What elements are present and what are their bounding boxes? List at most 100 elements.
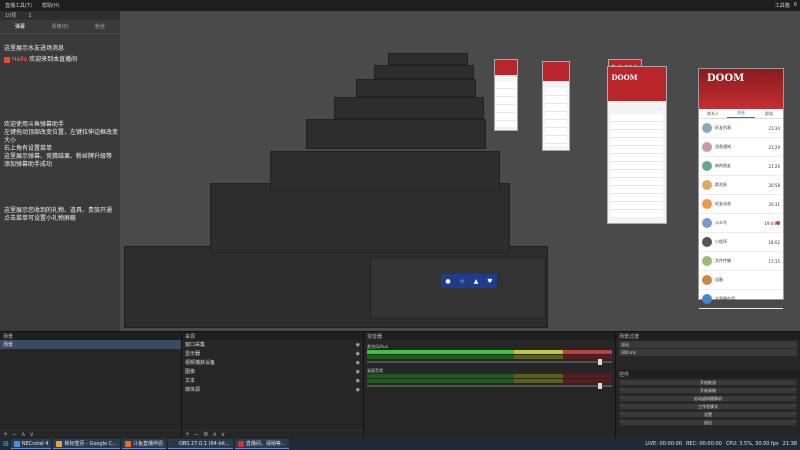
mixer-panel: 混音器 麦克风/Aux 桌面音频 [364,332,616,438]
scenes-toolbar: + − ∧ ∨ [0,430,181,438]
eye-icon[interactable]: ◉ [356,351,360,357]
add-icon[interactable]: + [3,431,8,438]
menu-live-tools[interactable]: 直播工具(T) [3,2,34,9]
virtual-camera-button[interactable]: 启动虚拟摄像机 [619,395,797,402]
taskbar-app[interactable]: 直播间，请稍等... [234,439,289,449]
eye-icon[interactable]: ◉ [356,342,360,348]
phone-header: DOOM [699,69,783,109]
windows-taskbar: ⊞ NECrotal 4 新标签页 - Google C... 斗鱼直播伴侣 O… [0,438,800,450]
tab-noble[interactable]: 贵族(0) [40,20,80,33]
app-icon [13,440,20,447]
gear-icon[interactable]: ⚙ [203,431,208,438]
danmu-line: 左键拖动顶部改变位置，左键拉伸边框改变 [4,129,119,136]
avatar [702,294,712,304]
list-item[interactable]: 文件传输 17:15 [699,252,783,271]
taskbar-app[interactable]: 斗鱼直播伴侣 [121,439,166,449]
avatar [702,256,712,266]
phone-tab-contacts[interactable]: 联系人 [699,109,727,118]
danmu-toolbar: 10赞 1 [0,11,120,20]
star-icon[interactable]: ☆ [459,278,464,285]
avatar [702,161,712,171]
phone-tab-messages[interactable]: 消息 [727,109,755,118]
list-item[interactable]: 好友动态 20:31 [699,195,783,214]
start-streaming-button[interactable]: 开始推流 [619,379,797,386]
transitions-controls-panel: 场景过渡 淡出 300 ms 控件 开始推流 开始录制 启动虚拟摄像机 工作室模… [616,332,800,438]
obs-dock: 场景 场景 + − ∧ ∨ 来源 窗口采集 ◉ 显示器 ◉ 视频捕获设备 ◉ 图像 ◉ 文本 ◉… [0,331,800,438]
eye-icon[interactable]: ◉ [356,378,360,384]
taskbar-app[interactable]: 新标签页 - Google C... [53,439,120,449]
viewer-count: 1 [28,12,32,19]
scene-item[interactable]: 场景 [0,340,181,349]
eye-icon[interactable]: ◉ [356,360,360,366]
avatar [702,275,712,285]
menu-help[interactable]: 帮助(H) [40,2,62,9]
down-icon[interactable]: ∨ [29,431,33,438]
mirror-level-8 [388,53,468,65]
avatar [702,142,712,152]
danmu-line: 右上角有设置菜单 [4,145,53,152]
slider-handle[interactable] [598,383,602,389]
danmu-line: 这里展示弹幕、竞猜结果、粉丝牌升级等 [4,153,113,160]
remove-icon[interactable]: − [12,431,17,438]
slider-handle[interactable] [598,359,602,365]
phone-mirror: DOOM [607,66,667,224]
danmu-line: 点击菜单可设置小礼物屏蔽 [4,215,77,222]
record-icon[interactable]: ● [445,278,450,285]
down-icon[interactable]: ∨ [221,431,225,438]
list-item[interactable]: 设备 [699,271,783,290]
duration-field[interactable]: 300 ms [619,349,797,356]
up-icon[interactable]: ∧ [212,431,216,438]
windows-start-icon[interactable]: ⊞ [3,440,9,448]
mirror-level-2 [210,183,510,253]
heart-icon[interactable]: ♥ [487,278,492,285]
source-item[interactable]: 媒体源 ◉ [182,385,363,394]
danmu-line: 欢迎使用斗鱼弹幕助手 [4,121,65,128]
danmu-user: Hello [12,56,28,63]
start-recording-button[interactable]: 开始录制 [619,387,797,394]
source-item[interactable]: 窗口采集 ◉ [182,340,363,349]
settings-button[interactable]: 设置 [619,411,797,418]
list-item[interactable]: 公众号 19:44 [699,214,783,233]
level-meter [367,374,612,378]
danmu-welcome-line: Hello 欢迎来到本直播间 [4,56,77,64]
status-live: LIVE: 00:00:00 [645,441,682,447]
list-item[interactable]: 好友列表 21:34 [699,119,783,138]
list-item[interactable]: 群消息 20:58 [699,176,783,195]
avatar [702,218,712,228]
remove-icon[interactable]: − [194,431,199,438]
eye-icon[interactable]: ◉ [356,387,360,393]
floating-toolbar[interactable]: ● ☆ ▲ ♥ [441,274,497,288]
danmu-line: 添加弹幕助手成功 [4,161,53,168]
mixer-channel: 桌面音频 [367,368,612,389]
phone-tab-groups[interactable]: 群组 [755,109,783,118]
volume-slider[interactable] [367,359,612,365]
studio-mode-button[interactable]: 工作室模式 [619,403,797,410]
toolbox-button[interactable]: 工具箱 [775,2,790,9]
eye-icon[interactable]: ◉ [356,369,360,375]
sources-panel: 来源 窗口采集 ◉ 显示器 ◉ 视频捕获设备 ◉ 图像 ◉ 文本 ◉ 媒体源 ◉ + − ⚙ ∧ ∨ [182,332,364,438]
list-item[interactable]: 新的朋友 21:20 [699,157,783,176]
source-item[interactable]: 显示器 ◉ [182,349,363,358]
badge-icon [4,56,10,63]
list-item[interactable]: 大家都在用 [699,290,783,309]
mirror-obs-mixer [370,257,546,319]
volume-slider[interactable] [367,383,612,389]
danmu-line: 大小 [4,137,17,144]
source-item[interactable]: 视频捕获设备 ◉ [182,358,363,367]
list-item[interactable]: 消息通知 21:29 [699,138,783,157]
source-item[interactable]: 图像 ◉ [182,367,363,376]
source-item[interactable]: 文本 ◉ [182,376,363,385]
taskbar-app[interactable]: OBS 27.0.1 (64-bit... [167,439,233,449]
scenes-title: 场景 [0,332,181,340]
exit-button[interactable]: 退出 [619,419,797,426]
tab-fans[interactable]: 粉丝 [80,20,120,33]
add-icon[interactable]: + [185,431,190,438]
like-count: 10赞 [5,13,17,19]
transition-select[interactable]: 淡出 [619,341,797,348]
level-meter [367,350,612,354]
taskbar-app[interactable]: NECrotal 4 [10,439,52,449]
list-item[interactable]: 小程序 18:02 [699,233,783,252]
tab-danmu[interactable]: 弹幕 [0,20,40,33]
triangle-icon[interactable]: ▲ [474,278,479,285]
up-icon[interactable]: ∧ [21,431,25,438]
